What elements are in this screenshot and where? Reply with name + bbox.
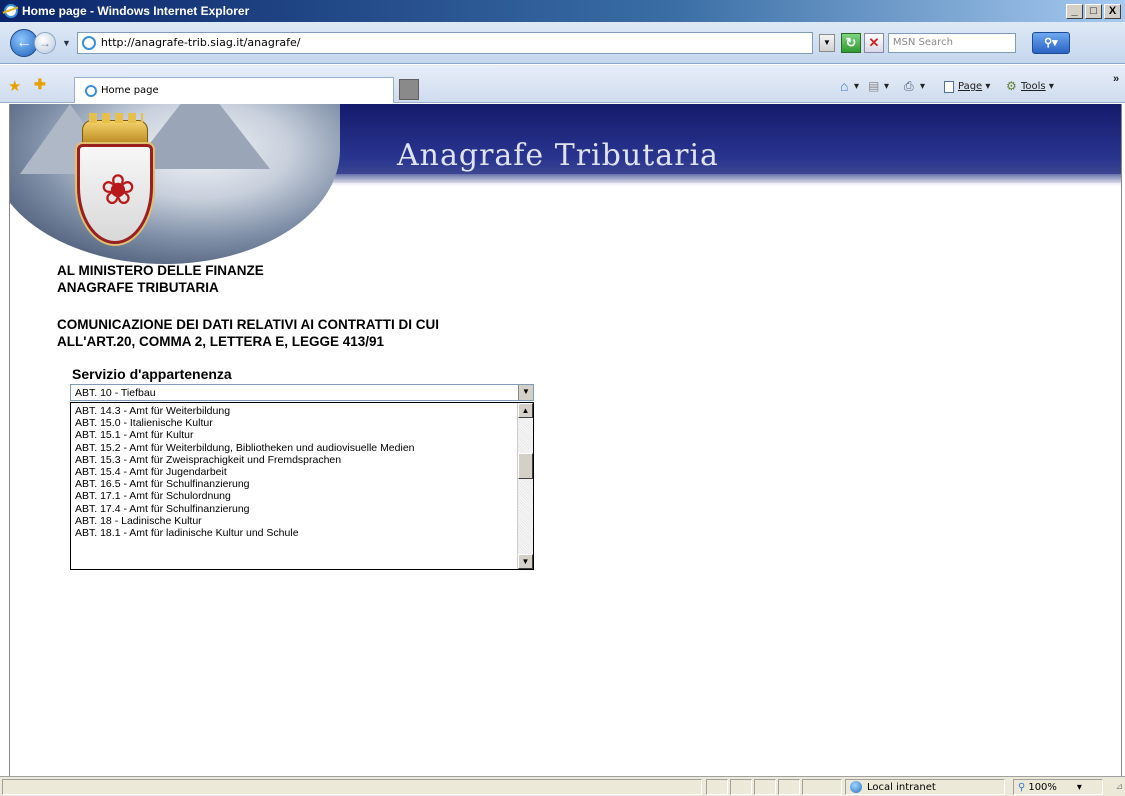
home-icon[interactable]: ⌂ bbox=[840, 78, 848, 94]
scroll-down-icon[interactable]: ▼ bbox=[518, 554, 533, 569]
print-icon[interactable]: ⎙ bbox=[904, 79, 914, 94]
scrollbar[interactable]: ▲ ▼ bbox=[517, 403, 533, 569]
status-panel bbox=[754, 779, 776, 795]
resize-grip-icon[interactable]: ⊿ bbox=[1115, 782, 1123, 792]
address-url: http://anagrafe-trib.siag.it/anagrafe/ bbox=[100, 36, 301, 49]
zoom-icon: ⚲ bbox=[1018, 781, 1026, 793]
dropdown-option[interactable]: ABT. 17.4 - Amt für Schulfinanzierung bbox=[71, 503, 517, 515]
dropdown-option[interactable]: ABT. 18 - Ladinische Kultur bbox=[71, 515, 517, 527]
feeds-icon[interactable]: ▤ bbox=[868, 79, 879, 93]
chevron-down-icon[interactable]: ▼ bbox=[518, 385, 533, 400]
new-tab-button[interactable] bbox=[399, 79, 419, 100]
page-subheading-line1: COMUNICAZIONE DEI DATI RELATIVI AI CONTR… bbox=[57, 317, 439, 332]
status-bar: Local intranet ⚲ 100% ▾ ⊿ bbox=[0, 776, 1125, 796]
dropdown-option[interactable]: ABT. 16.5 - Amt für Schulfinanzierung bbox=[71, 478, 517, 490]
dropdown-option[interactable]: ABT. 18.1 - Amt für ladinische Kultur un… bbox=[71, 527, 517, 539]
security-zone[interactable]: Local intranet bbox=[845, 779, 1005, 795]
tools-menu-label: Tools bbox=[1021, 81, 1046, 92]
page-menu[interactable]: Page ▾ bbox=[958, 81, 990, 92]
globe-icon bbox=[850, 781, 862, 793]
page-heading-line2: ANAGRAFE TRIBUTARIA bbox=[57, 280, 219, 295]
ie-logo-icon bbox=[4, 4, 18, 18]
home-dropdown-icon[interactable]: ▾ bbox=[854, 81, 859, 92]
dropdown-option[interactable]: ABT. 15.0 - Italienische Kultur bbox=[71, 417, 517, 429]
address-bar[interactable]: http://anagrafe-trib.siag.it/anagrafe/ bbox=[76, 31, 813, 54]
mountain-image bbox=[10, 104, 340, 264]
address-dropdown-button[interactable]: ▼ bbox=[818, 33, 835, 52]
forward-button[interactable]: → bbox=[34, 31, 56, 54]
tools-gear-icon: ⚙ bbox=[1006, 79, 1017, 93]
close-button[interactable]: X bbox=[1104, 3, 1121, 19]
status-panel bbox=[802, 779, 842, 795]
page-subheading-line2: ALL'ART.20, COMMA 2, LETTERA E, LEGGE 41… bbox=[57, 334, 385, 349]
search-button[interactable]: ⚲▾ bbox=[1031, 31, 1070, 54]
favorites-star-icon[interactable]: ★ bbox=[8, 77, 21, 95]
service-select[interactable]: ABT. 10 - Tiefbau ▼ bbox=[70, 384, 534, 401]
dropdown-option[interactable]: ABT. 15.1 - Amt für Kultur bbox=[71, 429, 517, 441]
zone-label: Local intranet bbox=[867, 781, 936, 793]
window-titlebar: Home page - Windows Internet Explorer _ … bbox=[0, 0, 1125, 22]
search-input[interactable]: MSN Search bbox=[887, 32, 1016, 53]
option-list: ABT. 14.3 - Amt für Weiterbildung ABT. 15… bbox=[71, 405, 517, 539]
window-title: Home page - Windows Internet Explorer bbox=[22, 4, 250, 18]
tab-toolbar: ★ ✚ Home page ⌂ ▾ ▤ ▾ ⎙ ▾ Page ▾ ⚙ Tools… bbox=[0, 65, 1125, 103]
service-dropdown-list[interactable]: ABT. 14.3 - Amt für Weiterbildung ABT. 15… bbox=[70, 402, 534, 570]
chevron-more-icon[interactable]: » bbox=[1113, 73, 1119, 85]
stop-button[interactable]: ✕ bbox=[863, 32, 884, 53]
maximize-button[interactable]: □ bbox=[1085, 3, 1102, 19]
service-field-label: Servizio d'appartenenza bbox=[72, 366, 232, 382]
status-panel bbox=[706, 779, 728, 795]
address-toolbar: ← → ▼ http://anagrafe-trib.siag.it/anagr… bbox=[0, 22, 1125, 64]
page-viewport: Anagrafe Tributaria ❀ AL MINISTERO DELLE… bbox=[9, 104, 1122, 776]
dropdown-option[interactable]: ABT. 15.3 - Amt für Zweisprachigkeit und… bbox=[71, 454, 517, 466]
scroll-up-icon[interactable]: ▲ bbox=[518, 403, 533, 418]
coat-of-arms-logo: ❀ bbox=[74, 113, 156, 246]
feeds-dropdown-icon[interactable]: ▾ bbox=[884, 81, 889, 92]
tab-home-page[interactable]: Home page bbox=[74, 77, 394, 103]
status-panel bbox=[778, 779, 800, 795]
page-heading-line1: AL MINISTERO DELLE FINANZE bbox=[57, 263, 264, 278]
eagle-icon: ❀ bbox=[100, 166, 136, 213]
minimize-button[interactable]: _ bbox=[1066, 3, 1083, 19]
recent-pages-dropdown[interactable]: ▼ bbox=[62, 38, 71, 48]
refresh-button[interactable]: ↻ bbox=[840, 32, 861, 53]
print-dropdown-icon[interactable]: ▾ bbox=[920, 81, 925, 92]
banner-title: Anagrafe Tributaria bbox=[397, 138, 719, 173]
status-text-panel bbox=[2, 779, 702, 795]
dropdown-option[interactable]: ABT. 15.2 - Amt für Weiterbildung, Bibli… bbox=[71, 442, 517, 454]
zoom-dropdown-icon[interactable]: ▾ bbox=[1077, 782, 1082, 793]
tools-menu[interactable]: Tools ▾ bbox=[1021, 81, 1054, 92]
zoom-control[interactable]: ⚲ 100% ▾ bbox=[1013, 779, 1103, 795]
shield-icon: ❀ bbox=[77, 144, 153, 244]
dropdown-option[interactable]: ABT. 17.1 - Amt für Schulordnung bbox=[71, 490, 517, 502]
page-menu-icon bbox=[944, 81, 954, 93]
add-favorite-icon[interactable]: ✚ bbox=[34, 76, 46, 93]
crown-icon bbox=[82, 113, 148, 146]
tab-label: Home page bbox=[101, 85, 159, 96]
dropdown-option[interactable]: ABT. 14.3 - Amt für Weiterbildung bbox=[71, 405, 517, 417]
page-icon bbox=[81, 35, 96, 50]
dropdown-option[interactable]: ABT. 15.4 - Amt für Jugendarbeit bbox=[71, 466, 517, 478]
tab-page-icon bbox=[85, 84, 97, 97]
scroll-thumb[interactable] bbox=[518, 453, 533, 479]
page-menu-label: Page bbox=[958, 81, 983, 92]
status-panel bbox=[730, 779, 752, 795]
service-select-value: ABT. 10 - Tiefbau bbox=[75, 387, 156, 399]
zoom-level: 100% bbox=[1028, 781, 1057, 793]
